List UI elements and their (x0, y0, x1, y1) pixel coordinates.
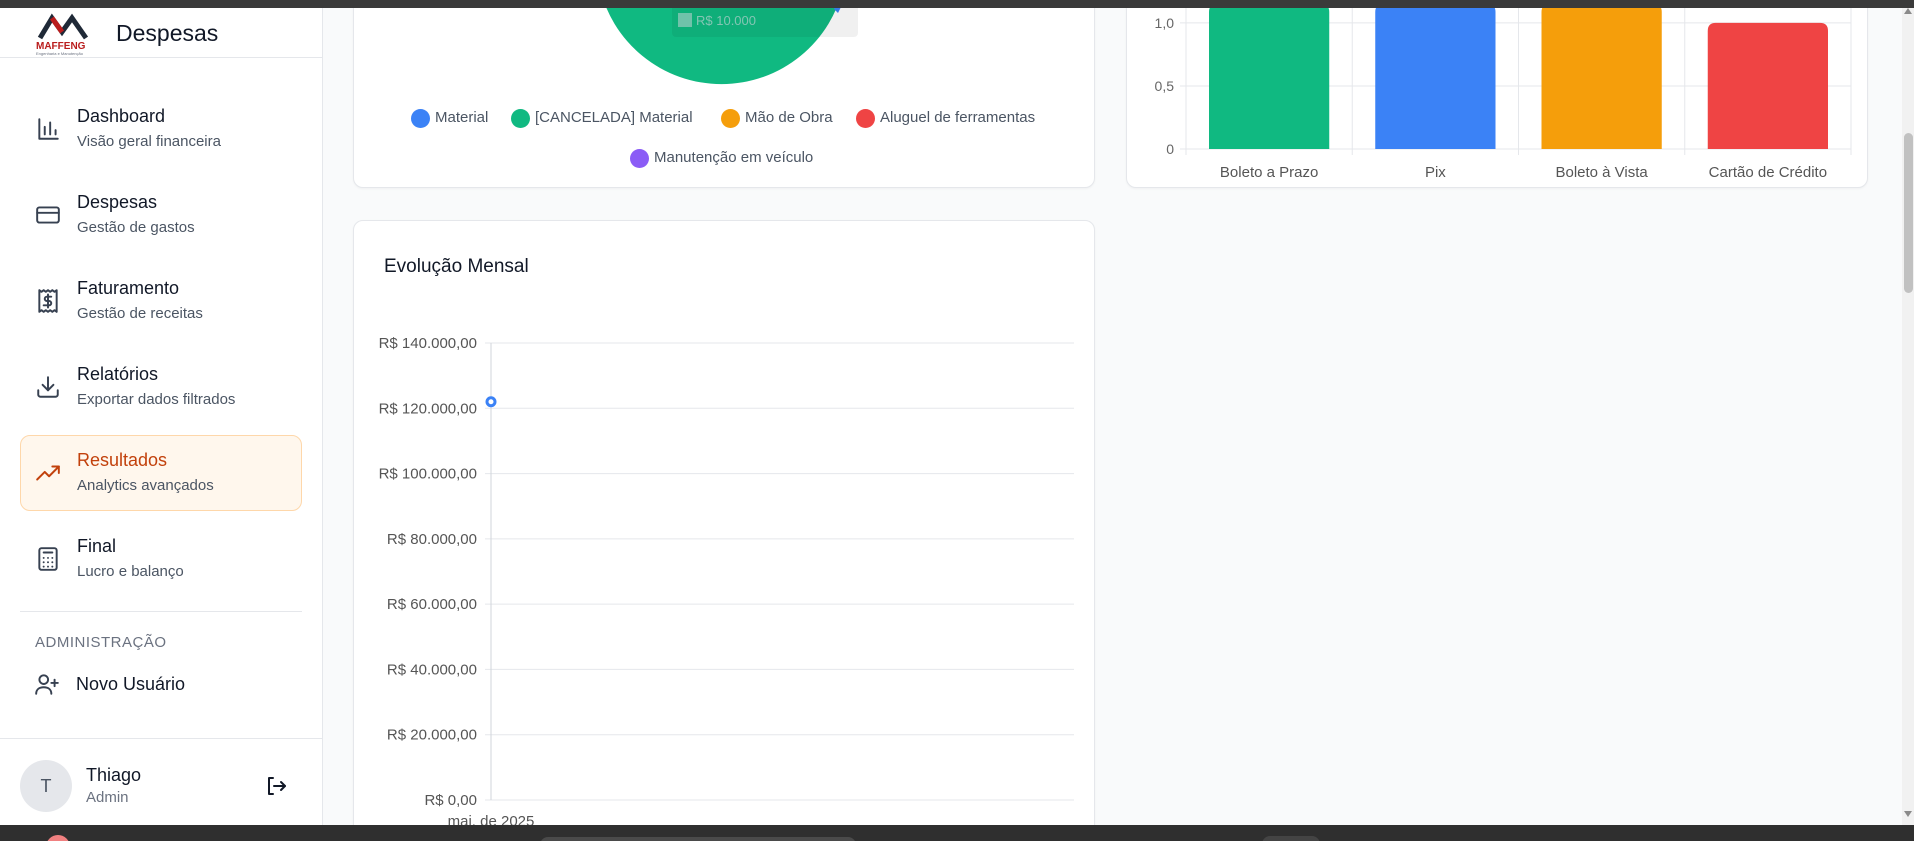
line-y-tick-label: R$ 120.000,00 (379, 400, 477, 417)
line-y-tick-label: R$ 80.000,00 (387, 531, 477, 548)
taskbar (0, 825, 1914, 841)
maffeng-logo: MAFFENG Engenharia e Manutenção (36, 13, 89, 56)
line-chart: R$ 0,00 R$ 20.000,00 R$ 40.000,00 R$ 60.000… (379, 335, 1074, 825)
line-point[interactable] (485, 396, 497, 408)
sidebar-item-final[interactable]: Final Lucro e balanço (20, 521, 302, 597)
sidebar-item-label: Faturamento (77, 278, 180, 298)
avatar: T (20, 760, 72, 812)
receipt-icon (38, 289, 58, 313)
sidebar-item-resultados[interactable]: Resultados Analytics avançados (20, 435, 302, 511)
download-icon (37, 376, 59, 398)
legend-label: Aluguel de ferramentas (880, 109, 1036, 126)
credit-card-icon (36, 206, 60, 224)
sidebar-item-label: Dashboard (77, 106, 166, 126)
sidebar-item-novo-usuario[interactable]: Novo Usuário (20, 665, 302, 705)
trending-up-icon (36, 465, 60, 481)
svg-text:Engenharia e Manutenção: Engenharia e Manutenção (36, 51, 84, 56)
bar-x-tick-label: Boleto a Prazo (1220, 164, 1318, 181)
sidebar-item-label: Relatórios (77, 364, 159, 384)
sidebar-item-subtitle: Lucro e balanço (77, 563, 184, 580)
bar-x-tick-label: Boleto à Vista (1555, 164, 1648, 181)
line-chart-card: Evolução Mensal R$ 0,00 R$ 20.000,00 R$ 40… (353, 220, 1095, 825)
pie-tooltip-value: R$ 10.000 (696, 13, 756, 28)
pie-tooltip-swatch (678, 13, 692, 27)
bar[interactable] (1707, 22, 1828, 150)
taskbar-app-icon[interactable] (46, 835, 70, 841)
sidebar-item-subtitle: Gestão de receitas (77, 305, 203, 322)
bar[interactable] (1375, 8, 1496, 149)
taskbar-item[interactable] (1262, 836, 1320, 841)
scroll-down-arrow[interactable] (1904, 811, 1912, 817)
legend-color-dot (856, 109, 875, 128)
sidebar-item-subtitle: Analytics avançados (77, 477, 214, 494)
sidebar-item-subtitle: Exportar dados filtrados (77, 391, 236, 408)
sidebar-item-subtitle: Gestão de gastos (77, 219, 195, 236)
sidebar-item-subtitle: Visão geral financeira (77, 133, 221, 150)
legend-color-dot (411, 109, 430, 128)
bar-y-tick-label: 0,5 (1155, 78, 1175, 94)
bar[interactable] (1541, 8, 1662, 149)
calculator-icon (38, 547, 58, 571)
bar-y-tick-label: 1,0 (1155, 15, 1175, 31)
line-y-tick-label: R$ 40.000,00 (387, 661, 477, 678)
legend-color-dot (630, 149, 649, 168)
line-y-tick-label: R$ 60.000,00 (387, 596, 477, 613)
admin-section-label: ADMINISTRAÇÃO (35, 634, 167, 651)
logout-icon[interactable] (264, 774, 288, 798)
legend-label: Manutenção em veículo (654, 149, 814, 166)
legend-label: [CANCELADA] Material (535, 109, 693, 126)
scroll-thumb[interactable] (1904, 133, 1913, 293)
sidebar-item-label: Novo Usuário (76, 674, 186, 694)
sidebar-divider (20, 611, 302, 612)
bar-chart-icon (38, 118, 59, 140)
sidebar-item-despesas[interactable]: Despesas Gestão de gastos (20, 177, 302, 253)
scroll-up-arrow[interactable] (1904, 8, 1912, 14)
legend-color-dot (511, 109, 530, 128)
line-y-tick-label: R$ 0,00 (424, 792, 477, 809)
taskbar-item[interactable] (540, 837, 856, 841)
sidebar-brand: MAFFENG Engenharia e Manutenção Despesas (0, 8, 323, 58)
sidebar-item-relatorios[interactable]: Relatórios Exportar dados filtrados (20, 349, 302, 425)
line-y-tick-label: R$ 100.000,00 (379, 466, 477, 483)
user-profile: T Thiago Admin (0, 738, 323, 825)
legend-color-dot (721, 109, 740, 128)
sidebar-item-dashboard[interactable]: Dashboard Visão geral financeira (20, 91, 302, 167)
user-role: Admin (86, 789, 129, 806)
bar-x-tick-label: Pix (1425, 164, 1446, 181)
line-chart-title: Evolução Mensal (384, 256, 529, 277)
pie-chart-card: R$ 10.000 Material [CANCELADA] Material Mã… (353, 8, 1095, 188)
line-x-tick-label: mai. de 2025 (448, 813, 535, 825)
legend-label: Mão de Obra (745, 109, 833, 126)
bar-x-tick-label: Cartão de Crédito (1709, 164, 1827, 181)
sidebar-item-faturamento[interactable]: Faturamento Gestão de receitas (20, 263, 302, 339)
line-y-tick-label: R$ 140.000,00 (379, 335, 477, 352)
user-name: Thiago (86, 765, 142, 785)
bar-y-tick-label: 0 (1166, 141, 1174, 157)
user-plus-icon (35, 674, 59, 695)
sidebar-item-label: Final (77, 536, 117, 556)
line-y-tick-label: R$ 20.000,00 (387, 727, 477, 744)
sidebar: MAFFENG Engenharia e Manutenção Despesas… (0, 8, 323, 825)
bar-chart-card: 1,0 0,5 0 Boleto a Prazo Pix Boleto à Vista Ca… (1126, 8, 1868, 188)
page-scrollbar[interactable] (1902, 8, 1914, 825)
legend-label: Material (435, 109, 489, 126)
app-window: MAFFENG Engenharia e Manutenção Despesas… (0, 8, 1902, 825)
window-top-bar (0, 0, 1914, 8)
brand-title: Despesas (116, 20, 219, 46)
bar-chart: 1,0 0,5 0 Boleto a Prazo Pix Boleto à Vista Ca… (1155, 8, 1852, 181)
sidebar-item-label: Despesas (77, 192, 158, 212)
bar[interactable] (1209, 8, 1330, 149)
sidebar-item-label: Resultados (77, 450, 168, 470)
